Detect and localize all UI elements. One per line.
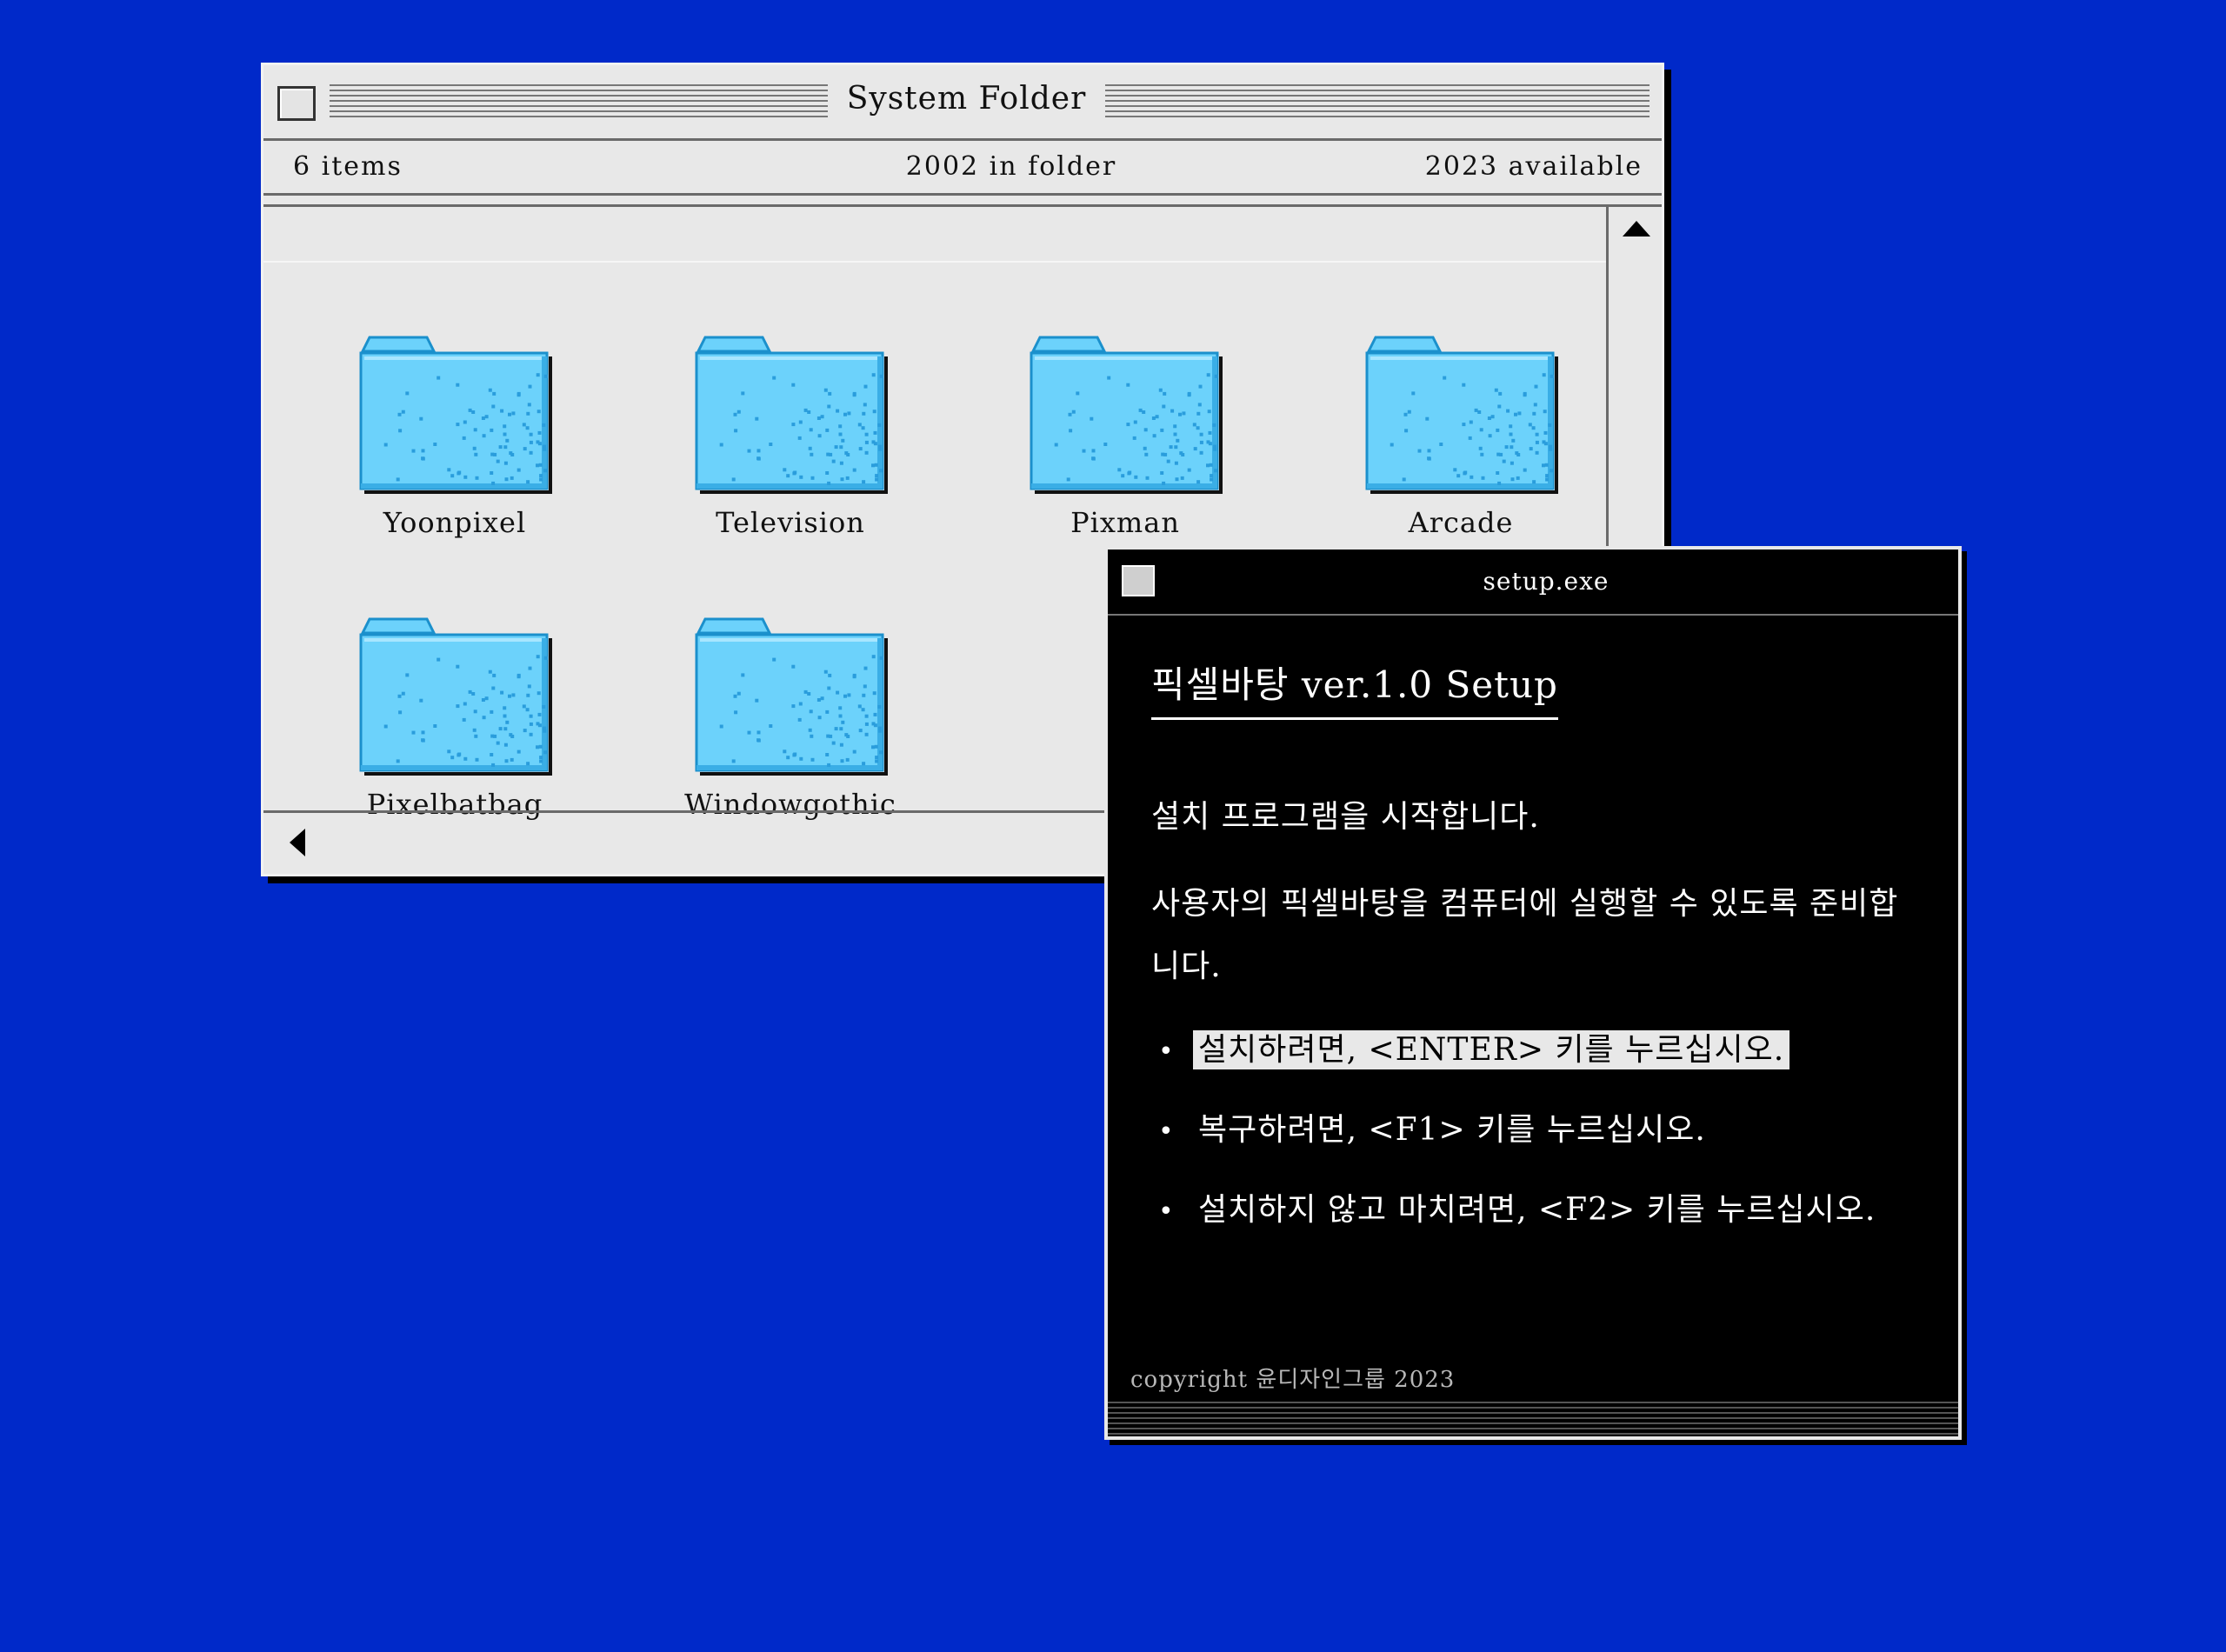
in-folder-size: 2002 in folder xyxy=(905,151,1117,182)
folder-icon xyxy=(695,617,888,776)
content-divider xyxy=(263,261,1606,263)
option-label: 설치하지 않고 마치려면, <F2> 키를 누르십시오. xyxy=(1198,1192,1876,1228)
folder-icon xyxy=(1030,336,1223,494)
setup-footer-stripes xyxy=(1108,1402,1958,1436)
setup-intro-line: 설치 프로그램을 시작합니다. xyxy=(1151,799,1540,835)
folder-icon xyxy=(1365,336,1558,494)
option-label: 복구하려면, <F1> 키를 누르십시오. xyxy=(1198,1112,1706,1148)
folder-pixman[interactable]: Pixman xyxy=(995,334,1256,539)
option-repair[interactable]: • 복구하려면, <F1> 키를 누르십시오. xyxy=(1158,1104,1711,1149)
finder-info-bar: 6 items 2002 in folder 2023 available xyxy=(263,141,1662,196)
bullet-icon: • xyxy=(1158,1036,1175,1067)
folder-television[interactable]: Television xyxy=(660,334,921,539)
copyright-text: copyright 윤디자인그룹 2023 xyxy=(1130,1367,1456,1393)
setup-description: 사용자의 픽셀바탕을 컴퓨터에 실행할 수 있도록 준비합니다. xyxy=(1151,886,1899,984)
bullet-icon: • xyxy=(1158,1196,1175,1227)
titlebar-stripes-left xyxy=(330,84,828,121)
folder-label: Television xyxy=(716,506,865,539)
folder-icon xyxy=(359,617,552,776)
option-install[interactable]: • 설치하려면, <ENTER> 키를 누르십시오. xyxy=(1158,1024,1790,1069)
setup-title: setup.exe xyxy=(1483,567,1610,596)
available-space: 2023 available xyxy=(1424,151,1643,182)
desktop: System Folder 6 items 2002 in folder 202… xyxy=(0,0,2226,1652)
setup-heading: 픽셀바탕 ver.1.0 Setup xyxy=(1151,656,1558,720)
bullet-icon: • xyxy=(1158,1116,1175,1147)
folder-label: Pixman xyxy=(1070,506,1180,539)
folder-pixelbatbag[interactable]: Pixelbatbag xyxy=(324,616,585,821)
finder-titlebar[interactable]: System Folder xyxy=(263,65,1662,141)
finder-close-box[interactable] xyxy=(277,86,316,121)
option-exit[interactable]: • 설치하지 않고 마치려면, <F2> 키를 누르십시오. xyxy=(1158,1184,1881,1229)
folder-icon xyxy=(359,336,552,494)
folder-label: Yoonpixel xyxy=(383,506,527,539)
scroll-up-arrow-icon[interactable] xyxy=(1623,221,1650,236)
folder-label: Arcade xyxy=(1408,506,1514,539)
item-count: 6 items xyxy=(293,151,403,182)
finder-title: System Folder xyxy=(846,81,1087,117)
scroll-left-arrow-icon[interactable] xyxy=(290,829,305,856)
setup-titlebar[interactable]: setup.exe xyxy=(1108,550,1958,616)
titlebar-stripes-right xyxy=(1105,84,1650,121)
folder-windowgothic[interactable]: Windowgothic xyxy=(660,616,921,821)
setup-window: setup.exe 픽셀바탕 ver.1.0 Setup 설치 프로그램을 시작… xyxy=(1104,546,1962,1440)
folder-arcade[interactable]: Arcade xyxy=(1330,334,1591,539)
folder-yoonpixel[interactable]: Yoonpixel xyxy=(324,334,585,539)
folder-icon xyxy=(695,336,888,494)
option-label: 설치하려면, <ENTER> 키를 누르십시오. xyxy=(1193,1030,1790,1069)
